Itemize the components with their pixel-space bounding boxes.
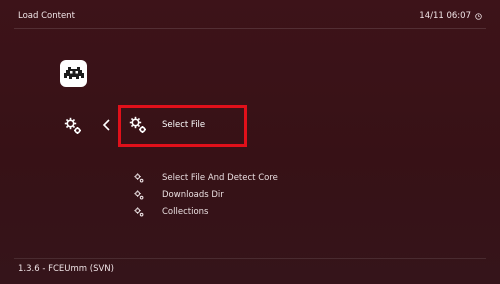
header-divider [14, 28, 486, 29]
invader-glyph [63, 66, 84, 79]
gear-icon [134, 206, 144, 216]
menu-item-select-file-detect-core[interactable]: Select File And Detect Core [134, 169, 278, 186]
core-version-label: 1.3.6 - FCEUmm (SVN) [18, 264, 114, 274]
chevron-left-icon[interactable] [102, 118, 111, 132]
menu-item-label: Downloads Dir [162, 189, 224, 200]
gear-icon [134, 172, 144, 182]
footer-divider [14, 258, 486, 259]
gear-icon[interactable] [64, 117, 82, 135]
clock: 14/11 06:07 [419, 11, 482, 21]
menu-list: Select File And Detect Core Downloads Di… [134, 169, 278, 220]
retroarch-invader-icon [60, 60, 87, 87]
clock-icon [475, 12, 482, 20]
menu-item-label: Select File [162, 120, 206, 130]
gear-icon [134, 189, 144, 199]
datetime-text: 14/11 06:07 [419, 11, 471, 21]
menu-item-collections[interactable]: Collections [134, 203, 278, 220]
load-content-screen: Load Content 14/11 06:07 Select File Sel… [0, 0, 500, 284]
gear-icon [129, 116, 146, 133]
menu-item-label: Select File And Detect Core [162, 172, 278, 183]
menu-item-downloads-dir[interactable]: Downloads Dir [134, 186, 278, 203]
menu-item-label: Collections [162, 206, 209, 217]
menu-item-select-file[interactable]: Select File [129, 116, 205, 134]
page-title: Load Content [18, 11, 75, 21]
